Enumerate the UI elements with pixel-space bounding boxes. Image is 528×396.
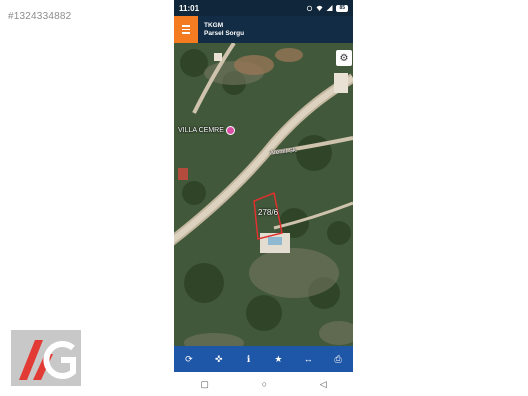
- poi-pin-icon[interactable]: [226, 126, 235, 135]
- app-title: TKGM: [204, 22, 224, 29]
- status-icons: 85: [306, 4, 348, 12]
- phone-screen: 11:01 85 TKGM Parsel Sorgu ⚙ VILLA CEMRE…: [174, 0, 353, 396]
- hamburger-icon: [182, 25, 190, 27]
- status-bar: 11:01 85: [174, 0, 353, 16]
- star-icon[interactable]: ★: [268, 354, 288, 365]
- measure-icon[interactable]: ↔: [298, 354, 318, 364]
- app-title-block: TKGM Parsel Sorgu: [204, 22, 244, 38]
- home-icon[interactable]: ○: [262, 379, 267, 389]
- print-icon[interactable]: ⎙: [328, 354, 348, 365]
- map-imagery: [174, 43, 353, 346]
- signal-icon: [326, 5, 333, 11]
- poi-label: VILLA CEMRE: [178, 127, 224, 134]
- status-time: 11:01: [179, 3, 200, 13]
- menu-button[interactable]: [174, 16, 198, 43]
- gear-icon: ⚙: [339, 52, 349, 64]
- locate-icon[interactable]: ✜: [209, 354, 229, 365]
- back-icon[interactable]: ◁: [320, 379, 327, 390]
- recents-icon[interactable]: ▢: [200, 379, 209, 390]
- app-header: TKGM Parsel Sorgu: [174, 16, 353, 43]
- alarm-icon: [307, 5, 313, 11]
- battery-icon: 85: [336, 4, 348, 12]
- parcel-label[interactable]: 278/6: [258, 208, 278, 217]
- settings-button[interactable]: ⚙: [336, 50, 352, 66]
- map-toolbar: ⟳ ✜ ℹ ★ ↔ ⎙: [174, 346, 353, 372]
- listing-id: #1324334882: [8, 11, 72, 22]
- satellite-map[interactable]: ⚙ VILLA CEMRE Aremit Sk. 278/6: [174, 43, 353, 346]
- refresh-icon[interactable]: ⟳: [179, 354, 199, 365]
- app-subtitle: Parsel Sorgu: [204, 30, 245, 37]
- android-navbar: ▢ ○ ◁: [174, 372, 353, 396]
- wifi-icon: [316, 5, 323, 11]
- watermark-logo: [11, 330, 81, 386]
- info-icon[interactable]: ℹ: [239, 354, 259, 365]
- brand-logo-icon: [19, 340, 76, 380]
